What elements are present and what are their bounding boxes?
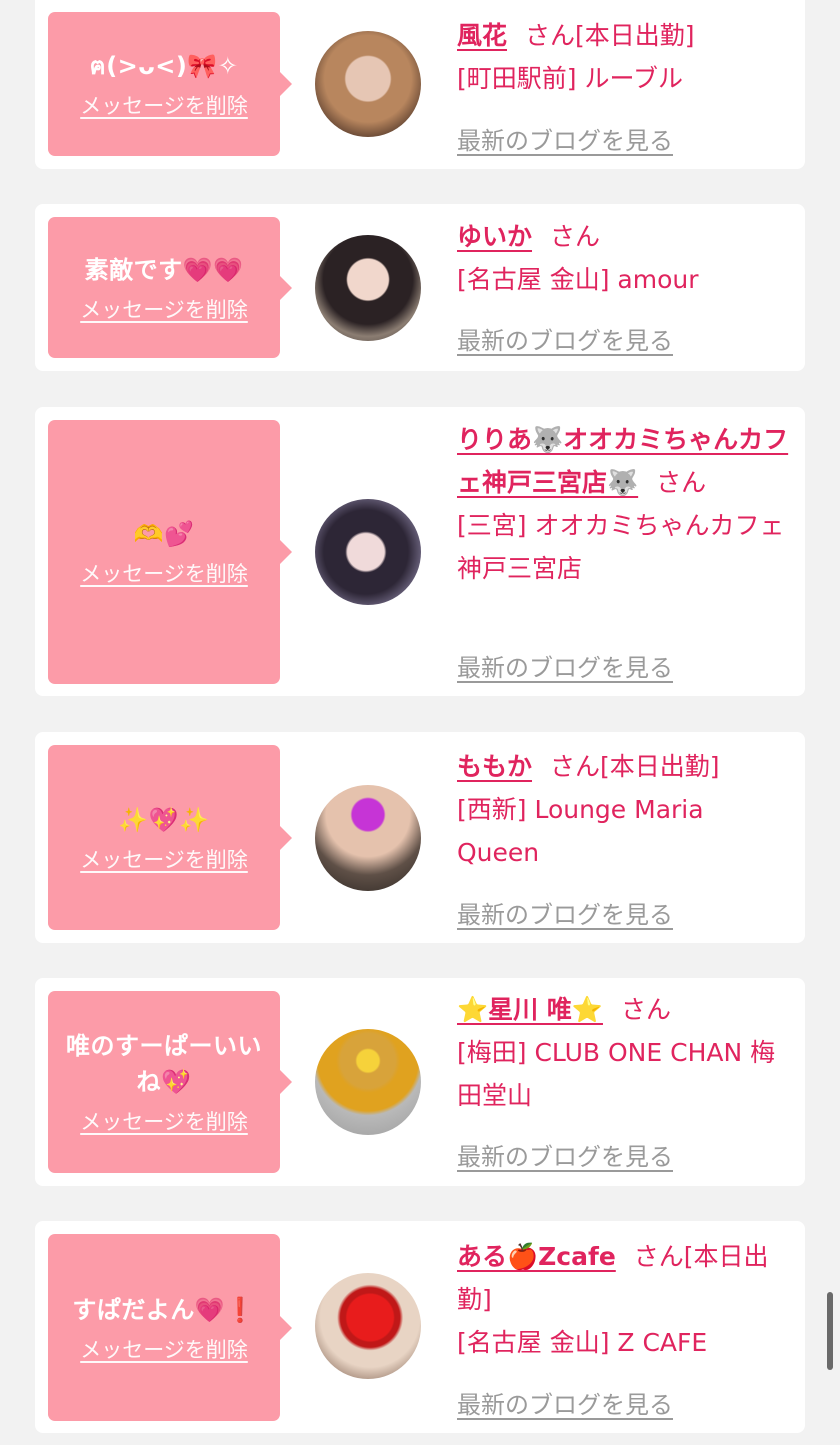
- profile-name-link[interactable]: 風花: [457, 21, 507, 50]
- delete-message-link[interactable]: メッセージを削除: [80, 294, 248, 324]
- message-card: ✨💖✨ メッセージを削除 ももか さん[本日出勤] [西新] Lounge Mar…: [35, 732, 805, 943]
- profile-name-link[interactable]: りりあ🐺オオカミちゃんカフェ神戸三宮店🐺: [457, 425, 788, 497]
- latest-blog-link[interactable]: 最新のブログを見る: [457, 1385, 673, 1420]
- message-bubble: 🫶💕 メッセージを削除: [48, 420, 292, 684]
- latest-blog-link[interactable]: 最新のブログを見る: [457, 321, 673, 356]
- latest-blog-link[interactable]: 最新のブログを見る: [457, 121, 673, 156]
- avatar[interactable]: [315, 785, 421, 891]
- profile-info: 風花 さん[本日出勤] [町田駅前] ルーブル: [457, 14, 793, 100]
- honorific: さん[本日出勤]: [550, 752, 720, 781]
- latest-blog-link[interactable]: 最新のブログを見る: [457, 895, 673, 930]
- profile-name-link[interactable]: ⭐星川 唯⭐: [457, 995, 603, 1024]
- profile-info: ⭐星川 唯⭐ さん [梅田] CLUB ONE CHAN 梅田堂山: [457, 988, 793, 1117]
- message-bubble: ✨💖✨ メッセージを削除: [48, 745, 292, 930]
- scrollbar[interactable]: [827, 1292, 833, 1370]
- latest-blog-link[interactable]: 最新のブログを見る: [457, 648, 673, 683]
- message-bubble: すぱだよん💗❗ メッセージを削除: [48, 1234, 292, 1421]
- message-bubble: ฅ(>ᴗ<)🎀✧ メッセージを削除: [48, 12, 292, 156]
- message-card: すぱだよん💗❗ メッセージを削除 ある🍎Zcafe さん[本日出勤] [名古屋 金…: [35, 1221, 805, 1433]
- shop-name: [町田駅前] ルーブル: [457, 64, 683, 93]
- profile-info: ある🍎Zcafe さん[本日出勤] [名古屋 金山] Z CAFE: [457, 1235, 793, 1364]
- message-bubble: 唯のすーぱーいいね💖 メッセージを削除: [48, 991, 292, 1173]
- profile-name-link[interactable]: ある🍎Zcafe: [457, 1242, 616, 1271]
- avatar[interactable]: [315, 235, 421, 341]
- shop-name: [名古屋 金山] Z CAFE: [457, 1328, 708, 1357]
- honorific: さん: [656, 468, 707, 497]
- message-text: すぱだよん💗❗: [72, 1295, 256, 1324]
- shop-name: [名古屋 金山] amour: [457, 265, 699, 294]
- profile-name-link[interactable]: ゆいか: [457, 222, 532, 251]
- profile-info: ゆいか さん [名古屋 金山] amour: [457, 215, 793, 301]
- message-card: 🫶💕 メッセージを削除 りりあ🐺オオカミちゃんカフェ神戸三宮店🐺 さん [三宮] …: [35, 407, 805, 696]
- message-text: 🫶💕: [133, 520, 195, 548]
- avatar[interactable]: [315, 1029, 421, 1135]
- shop-name: [西新] Lounge Maria Queen: [457, 795, 704, 867]
- honorific: さん: [550, 222, 601, 251]
- profile-info: りりあ🐺オオカミちゃんカフェ神戸三宮店🐺 さん [三宮] オオカミちゃんカフェ神戸…: [457, 418, 793, 590]
- message-bubble: 素敵です💗💗 メッセージを削除: [48, 217, 292, 358]
- message-text: 素敵です💗💗: [84, 255, 244, 284]
- avatar[interactable]: [315, 499, 421, 605]
- delete-message-link[interactable]: メッセージを削除: [80, 90, 248, 120]
- delete-message-link[interactable]: メッセージを削除: [80, 558, 248, 588]
- avatar[interactable]: [315, 1273, 421, 1379]
- message-text: ✨💖✨: [118, 805, 210, 834]
- message-card: ฅ(>ᴗ<)🎀✧ メッセージを削除 風花 さん[本日出勤] [町田駅前] ルーブル…: [35, 0, 805, 169]
- latest-blog-link[interactable]: 最新のブログを見る: [457, 1137, 673, 1172]
- message-card: 素敵です💗💗 メッセージを削除 ゆいか さん [名古屋 金山] amour 最新の…: [35, 204, 805, 371]
- delete-message-link[interactable]: メッセージを削除: [80, 1106, 248, 1136]
- profile-name-link[interactable]: ももか: [457, 752, 532, 781]
- message-card: 唯のすーぱーいいね💖 メッセージを削除 ⭐星川 唯⭐ さん [梅田] CLUB O…: [35, 978, 805, 1186]
- shop-name: [三宮] オオカミちゃんカフェ神戸三宮店: [457, 511, 785, 583]
- message-text: 唯のすーぱーいいね💖: [66, 1032, 262, 1096]
- delete-message-link[interactable]: メッセージを削除: [80, 1334, 248, 1364]
- delete-message-link[interactable]: メッセージを削除: [80, 844, 248, 874]
- honorific: さん: [620, 995, 671, 1024]
- avatar[interactable]: [315, 31, 421, 137]
- honorific: さん[本日出勤]: [525, 21, 695, 50]
- profile-info: ももか さん[本日出勤] [西新] Lounge Maria Queen: [457, 745, 793, 874]
- shop-name: [梅田] CLUB ONE CHAN 梅田堂山: [457, 1038, 776, 1110]
- message-text: ฅ(>ᴗ<)🎀✧: [89, 52, 239, 80]
